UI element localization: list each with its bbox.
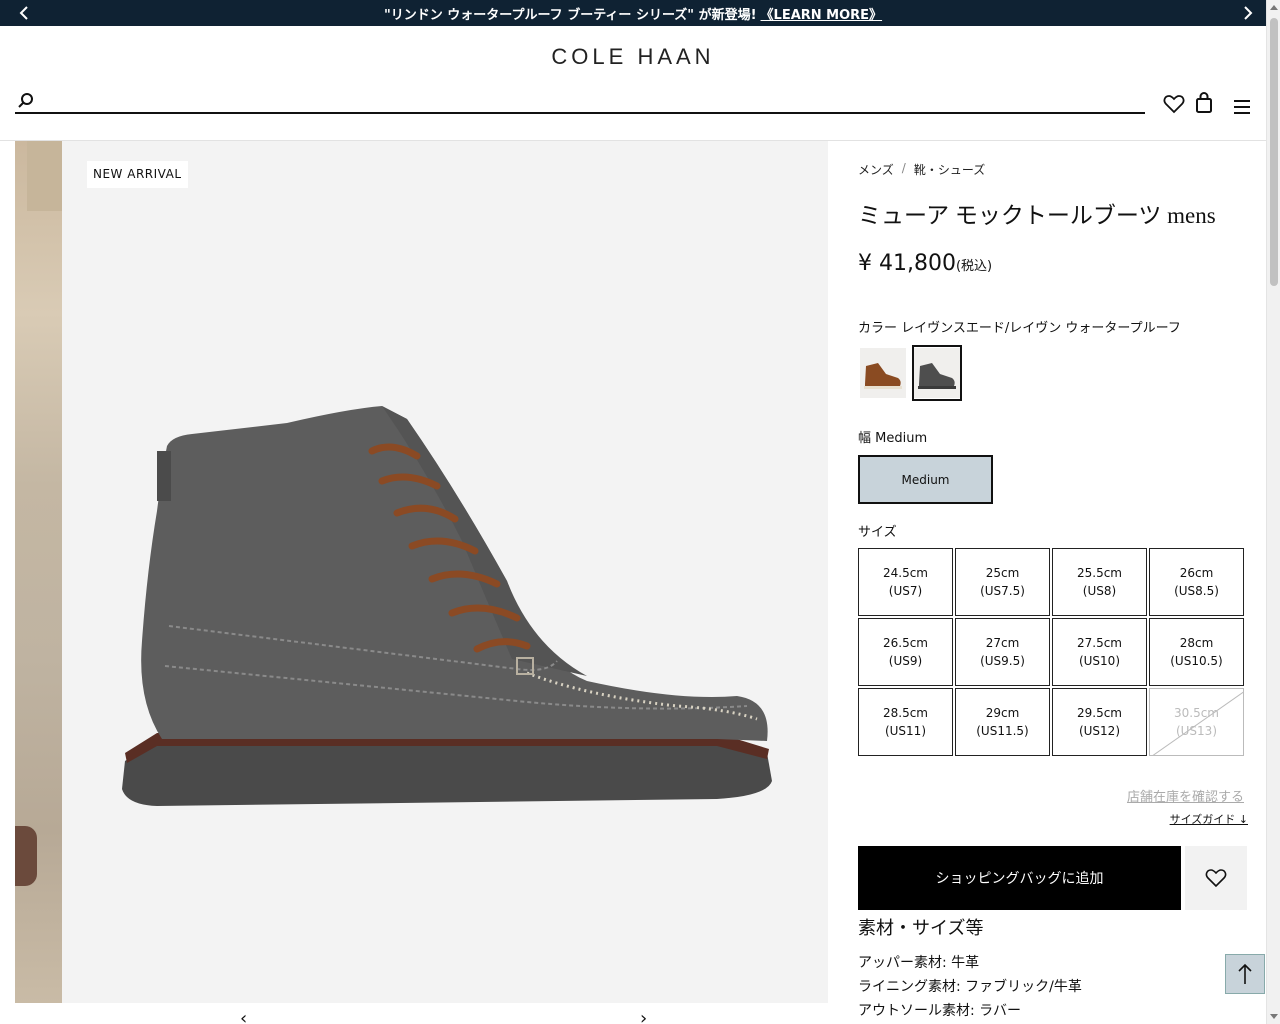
- heart-icon[interactable]: [1163, 94, 1185, 118]
- size-us: (US12): [1078, 724, 1121, 738]
- size-cm: 28.5cm: [882, 706, 928, 720]
- heart-icon: [1205, 869, 1227, 888]
- announcement-text: "リンドン ウォータープルーフ ブーティー シリーズ" が新登場!: [383, 7, 757, 23]
- announcement-bar: "リンドン ウォータープルーフ ブーティー シリーズ" が新登場! 《LEARN…: [0, 0, 1266, 26]
- breadcrumb-separator: /: [901, 161, 906, 175]
- menu-icon[interactable]: [1233, 99, 1251, 119]
- size-us: (US9.5): [980, 654, 1025, 668]
- size-cm: 26.5cm: [882, 636, 928, 650]
- gallery-next-arrow[interactable]: ›: [640, 1008, 647, 1024]
- size-grid: 24.5cm (US7) 25cm (US7.5) 25.5cm (US8) 26cm…: [858, 548, 1246, 756]
- size-us: (US8.5): [1174, 584, 1219, 598]
- size-cm: 29.5cm: [1076, 706, 1122, 720]
- size-option[interactable]: 29cm (US11.5): [955, 688, 1050, 756]
- size-option[interactable]: 25cm (US7.5): [955, 548, 1050, 616]
- search-input[interactable]: [45, 90, 1135, 112]
- size-us: (US10.5): [1170, 654, 1223, 668]
- size-option[interactable]: 25.5cm (US8): [1052, 548, 1147, 616]
- size-us: (US11.5): [976, 724, 1029, 738]
- back-to-top-button[interactable]: [1225, 954, 1265, 994]
- scroll-up-arrow[interactable]: [1270, 5, 1278, 10]
- size-us: (US7): [888, 584, 923, 598]
- gallery-prev-arrow[interactable]: ‹: [240, 1008, 247, 1024]
- brown-boot-thumbnail: [860, 348, 906, 398]
- product-gallery: NEW ARRIVAL: [15, 141, 828, 1003]
- size-us: (US7.5): [980, 584, 1025, 598]
- search-icon[interactable]: [17, 92, 35, 114]
- chevron-right-icon[interactable]: [1238, 3, 1258, 23]
- color-swatch-grey[interactable]: [912, 345, 962, 401]
- lifestyle-photo-fragment: [27, 141, 62, 211]
- breadcrumb: メンズ / 靴・シューズ: [858, 161, 985, 178]
- grey-boot-thumbnail: [914, 348, 960, 398]
- lifestyle-shoe-fragment: [15, 826, 37, 886]
- size-option-unavailable: 30.5cm (US13): [1149, 688, 1244, 756]
- brand-logo[interactable]: COLE HAAN: [0, 44, 1266, 70]
- learn-more-link[interactable]: 《LEARN MORE》: [761, 4, 883, 23]
- page-scrollbar[interactable]: [1266, 0, 1280, 1024]
- material-line: アウトソール素材: ラバー: [858, 1003, 1022, 1019]
- width-label: 幅 Medium: [858, 431, 928, 446]
- material-line: アッパー素材: 牛革: [858, 955, 980, 971]
- size-cm: 27cm: [985, 636, 1020, 650]
- color-swatch-brown[interactable]: [858, 345, 908, 401]
- size-cm: 27.5cm: [1076, 636, 1122, 650]
- new-arrival-badge: NEW ARRIVAL: [87, 161, 188, 188]
- size-option[interactable]: 29.5cm (US12): [1052, 688, 1147, 756]
- width-option-medium[interactable]: Medium: [858, 455, 993, 504]
- size-option[interactable]: 26cm (US8.5): [1149, 548, 1244, 616]
- size-cm: 26cm: [1179, 566, 1214, 580]
- size-us: (US11): [884, 724, 927, 738]
- size-guide-link[interactable]: サイズガイド ↓: [1170, 811, 1248, 827]
- size-us: (US13): [1175, 724, 1218, 738]
- material-line: ライニング素材: ファブリック/牛革: [858, 979, 1082, 995]
- size-label: サイズ: [858, 525, 897, 540]
- size-option[interactable]: 24.5cm (US7): [858, 548, 953, 616]
- size-cm: 30.5cm: [1173, 706, 1219, 720]
- size-us: (US8): [1082, 584, 1117, 598]
- shopping-bag-icon[interactable]: [1195, 92, 1213, 118]
- search-bar: [15, 90, 1145, 114]
- tax-note: (税込): [955, 259, 993, 274]
- size-us: (US9): [888, 654, 923, 668]
- color-label: カラー レイヴンスエード/レイヴン ウォータープルーフ: [858, 321, 1181, 336]
- breadcrumb-shoes[interactable]: 靴・シューズ: [914, 161, 985, 178]
- scroll-down-arrow[interactable]: [1270, 1014, 1278, 1019]
- size-us: (US10): [1078, 654, 1121, 668]
- size-cm: 28cm: [1179, 636, 1214, 650]
- price-value: ¥ 41,800: [858, 251, 956, 276]
- size-option[interactable]: 26.5cm (US9): [858, 618, 953, 686]
- chevron-left-icon[interactable]: [14, 3, 34, 23]
- size-cm: 25cm: [985, 566, 1020, 580]
- wishlist-button[interactable]: [1185, 846, 1247, 910]
- add-to-bag-button[interactable]: ショッピングバッグに追加: [858, 846, 1181, 910]
- size-cm: 29cm: [985, 706, 1020, 720]
- materials-title: 素材・サイズ等: [858, 918, 984, 939]
- arrow-up-icon: [1238, 963, 1252, 984]
- boot-illustration: [122, 406, 772, 806]
- size-option[interactable]: 28cm (US10.5): [1149, 618, 1244, 686]
- previous-image-peek[interactable]: [15, 141, 62, 1003]
- breadcrumb-mens[interactable]: メンズ: [858, 161, 894, 178]
- size-option[interactable]: 27cm (US9.5): [955, 618, 1050, 686]
- product-price: ¥ 41,800(税込): [858, 251, 992, 276]
- size-option[interactable]: 28.5cm (US11): [858, 688, 953, 756]
- size-cm: 24.5cm: [882, 566, 928, 580]
- size-option[interactable]: 27.5cm (US10): [1052, 618, 1147, 686]
- main-product-image[interactable]: NEW ARRIVAL: [62, 141, 828, 1003]
- size-cm: 25.5cm: [1076, 566, 1122, 580]
- scrollbar-thumb[interactable]: [1270, 18, 1278, 286]
- store-stock-link[interactable]: 店舗在庫を確認する: [1127, 786, 1244, 805]
- product-title: ミューア モックトールブーツ mens: [858, 203, 1216, 228]
